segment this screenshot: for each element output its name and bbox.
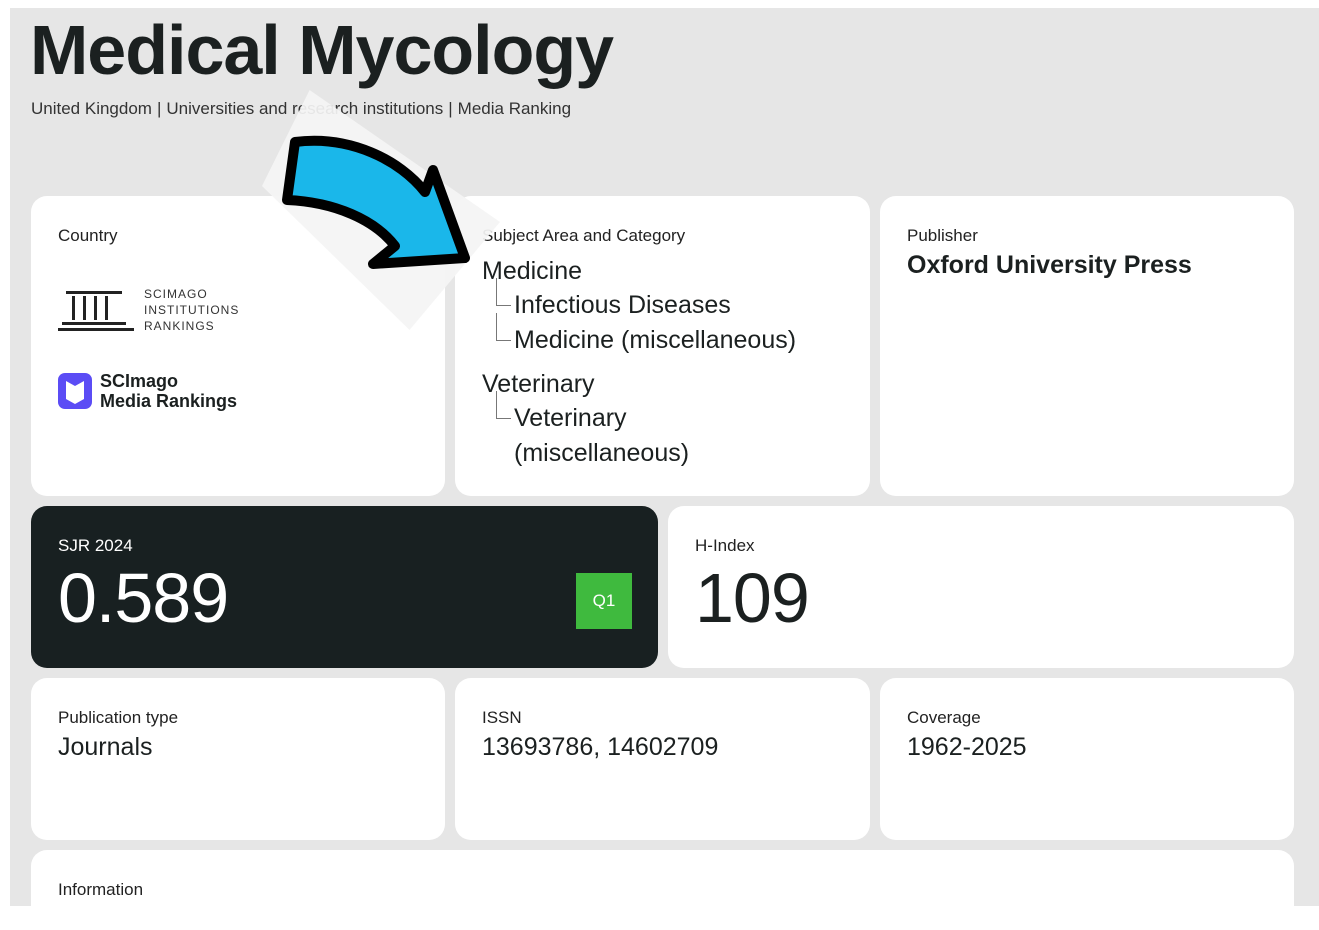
subject-tree: Medicine Infectious Diseases Medicine (m… — [482, 254, 796, 471]
category-medicine-miscellaneous[interactable]: Medicine (miscellaneous) — [495, 313, 796, 358]
issn-value: 13693786, 14602709 — [482, 733, 719, 761]
information-card: Information — [31, 850, 1294, 930]
publication-type-value: Journals — [58, 733, 153, 761]
coverage-label: Coverage — [907, 708, 981, 727]
publication-type-card: Publication type Journals — [31, 678, 445, 840]
scimago-media-rankings-logo[interactable]: SCImago Media Rankings — [58, 371, 237, 411]
sjr-value: 0.589 — [58, 559, 229, 637]
institutions-rankings-icon — [58, 291, 134, 331]
publisher-label: Publisher — [907, 226, 978, 245]
sjr-label: SJR 2024 — [58, 536, 133, 555]
country-link[interactable]: United Kingdom — [31, 99, 152, 118]
publication-type-label: Publication type — [58, 708, 179, 727]
issn-card: ISSN 13693786, 14602709 — [455, 678, 870, 840]
coverage-card: Coverage 1962-2025 — [880, 678, 1294, 840]
subject-area-card: Subject Area and Category Medicine Infec… — [455, 196, 870, 496]
media-ranking-link[interactable]: Media Ranking — [458, 99, 571, 118]
information-label: Information — [58, 880, 144, 899]
coverage-value: 1962-2025 — [907, 733, 1027, 761]
issn-label: ISSN — [482, 708, 522, 727]
category-veterinary-miscellaneous[interactable]: Veterinary (miscellaneous) — [496, 391, 754, 471]
h-index-value: 109 — [695, 559, 810, 637]
publisher-value[interactable]: Oxford University Press — [907, 251, 1192, 280]
subject-area-medicine[interactable]: Medicine — [482, 254, 796, 288]
category-infectious-diseases[interactable]: Infectious Diseases — [495, 278, 796, 323]
h-index-card: H-Index 109 — [668, 506, 1294, 668]
country-label: Country — [58, 226, 118, 245]
scimago-institutions-rankings-logo[interactable]: SCIMAGO INSTITUTIONS RANKINGS — [58, 286, 239, 334]
h-index-label: H-Index — [695, 536, 755, 555]
page-title: Medical Mycology — [30, 11, 614, 89]
arrow-icon — [282, 135, 470, 269]
subject-area-label: Subject Area and Category — [482, 226, 686, 245]
quartile-badge: Q1 — [576, 573, 632, 629]
sjr-card: SJR 2024 0.589 Q1 — [31, 506, 658, 668]
publisher-card: Publisher Oxford University Press — [880, 196, 1294, 496]
bookmark-icon — [58, 373, 92, 409]
subject-area-veterinary[interactable]: Veterinary — [482, 367, 796, 401]
